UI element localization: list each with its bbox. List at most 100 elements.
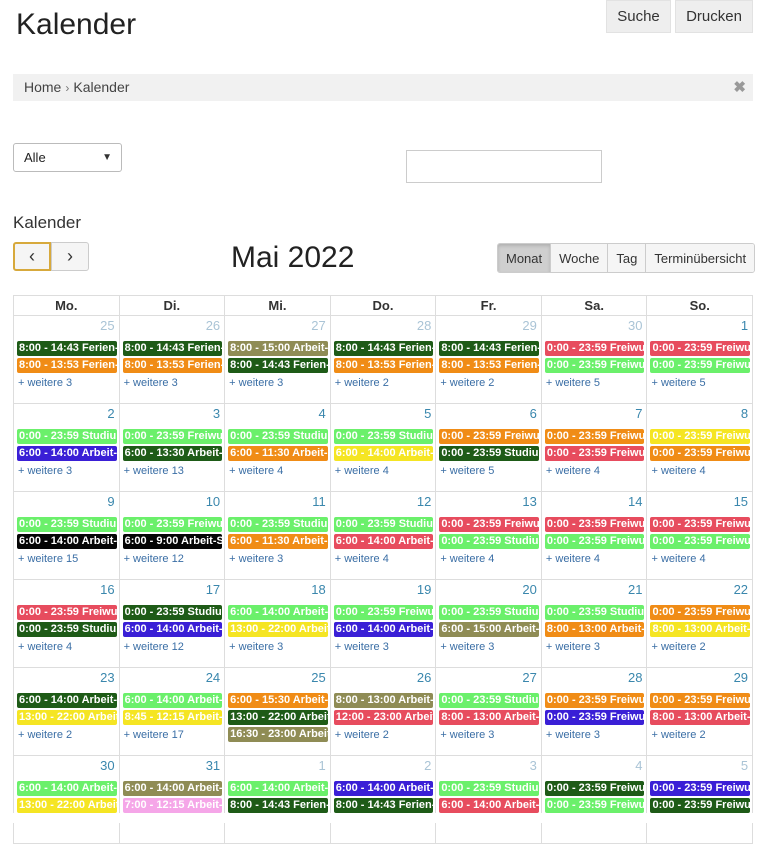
- calendar-event[interactable]: 0:00 - 23:59 Studiu: [17, 622, 117, 637]
- calendar-event[interactable]: 0:00 - 23:59 Freiwu: [333, 605, 434, 620]
- view-button-terminübersicht[interactable]: Terminübersicht: [645, 244, 755, 272]
- day-number[interactable]: 8: [741, 406, 748, 421]
- calendar-event[interactable]: 8:00 - 13:53 Ferien-: [122, 358, 223, 373]
- day-number[interactable]: 27: [522, 670, 536, 685]
- day-cell[interactable]: 21 0:00 - 23:59 Studiu 8:00 - 13:00 Arbeit…: [540, 580, 647, 667]
- day-number[interactable]: 7: [635, 406, 642, 421]
- day-cell[interactable]: 8 0:00 - 23:59 Freiwu 0:00 - 23:59 Freiwu +…: [646, 404, 754, 491]
- day-cell[interactable]: 3 0:00 - 23:59 Studiu 6:00 - 14:00 Arbeit-: [435, 756, 541, 843]
- search-button[interactable]: Suche: [606, 0, 671, 33]
- day-number[interactable]: 2: [107, 406, 114, 421]
- day-cell[interactable]: 14 0:00 - 23:59 Freiwu 0:00 - 23:59 Freiwu…: [540, 492, 647, 579]
- calendar-event[interactable]: 8:00 - 13:00 Arbeit-: [544, 622, 645, 637]
- calendar-event[interactable]: 0:00 - 23:59 Freiwu: [544, 798, 645, 813]
- more-events-link[interactable]: + weitere 3: [18, 377, 72, 389]
- day-cell[interactable]: 17 0:00 - 23:59 Studiu 6:00 - 14:00 Arbeit…: [118, 580, 225, 667]
- search-input[interactable]: [406, 150, 602, 183]
- calendar-event[interactable]: 0:00 - 23:59 Freiwu: [650, 341, 751, 356]
- day-cell[interactable]: 5 0:00 - 23:59 Freiwu 0:00 - 23:59 Freiwu: [646, 756, 754, 843]
- calendar-event[interactable]: 13:00 - 22:00 Arbeit: [228, 710, 328, 725]
- day-number[interactable]: 5: [424, 406, 431, 421]
- day-number[interactable]: 20: [522, 582, 536, 597]
- day-number[interactable]: 26: [206, 318, 220, 333]
- prev-month-button[interactable]: ‹: [13, 242, 51, 271]
- day-number[interactable]: 1: [319, 758, 326, 773]
- calendar-event[interactable]: 8:00 - 13:00 Arbeit-: [650, 622, 751, 637]
- more-events-link[interactable]: + weitere 13: [124, 465, 184, 477]
- day-cell[interactable]: 29 8:00 - 14:43 Ferien- 8:00 - 13:53 Ferie…: [435, 316, 541, 403]
- calendar-event[interactable]: 6:00 - 15:30 Arbeit-: [228, 693, 328, 708]
- more-events-link[interactable]: + weitere 3: [440, 641, 494, 653]
- day-cell[interactable]: 10 0:00 - 23:59 Freiwu 6:00 - 9:00 Arbeit-…: [118, 492, 225, 579]
- calendar-event[interactable]: 0:00 - 23:59 Freiwu: [544, 358, 645, 373]
- more-events-link[interactable]: + weitere 4: [651, 553, 705, 565]
- day-number[interactable]: 1: [741, 318, 748, 333]
- calendar-event[interactable]: 8:00 - 13:00 Arbeit-: [650, 710, 751, 725]
- calendar-event[interactable]: 8:00 - 13:53 Ferien-: [17, 358, 117, 373]
- calendar-event[interactable]: 8:00 - 13:53 Ferien-: [333, 358, 434, 373]
- day-number[interactable]: 24: [206, 670, 220, 685]
- day-cell[interactable]: 31 6:00 - 14:00 Arbeit- 7:00 - 12:15 Arbei…: [118, 756, 225, 843]
- calendar-event[interactable]: 0:00 - 23:59 Studiu: [228, 517, 328, 532]
- calendar-event[interactable]: 0:00 - 23:59 Freiwu: [544, 693, 645, 708]
- calendar-event[interactable]: 13:00 - 22:00 Arbeit: [17, 710, 117, 725]
- day-number[interactable]: 31: [206, 758, 220, 773]
- day-cell[interactable]: 3 0:00 - 23:59 Freiwu 6:00 - 13:30 Arbeit-…: [118, 404, 225, 491]
- more-events-link[interactable]: + weitere 2: [335, 729, 389, 741]
- day-cell[interactable]: 25 6:00 - 15:30 Arbeit- 13:00 - 22:00 Arbe…: [224, 668, 330, 755]
- more-events-link[interactable]: + weitere 2: [440, 377, 494, 389]
- calendar-event[interactable]: 8:00 - 15:00 Arbeit-: [228, 341, 328, 356]
- day-number[interactable]: 29: [734, 670, 748, 685]
- day-cell[interactable]: 12 0:00 - 23:59 Studiu 6:00 - 14:00 Arbeit…: [329, 492, 436, 579]
- more-events-link[interactable]: + weitere 4: [18, 641, 72, 653]
- calendar-event[interactable]: 0:00 - 23:59 Studiu: [439, 693, 539, 708]
- calendar-event[interactable]: 6:00 - 14:00 Arbeit-: [17, 693, 117, 708]
- calendar-event[interactable]: 8:00 - 13:00 Arbeit-: [439, 710, 539, 725]
- day-cell[interactable]: 2 0:00 - 23:59 Studiu 6:00 - 14:00 Arbeit-…: [13, 404, 119, 491]
- more-events-link[interactable]: + weitere 5: [440, 465, 494, 477]
- calendar-event[interactable]: 6:00 - 14:00 Arbeit-: [439, 798, 539, 813]
- day-number[interactable]: 2: [424, 758, 431, 773]
- day-cell[interactable]: 29 0:00 - 23:59 Freiwu 8:00 - 13:00 Arbeit…: [646, 668, 754, 755]
- day-number[interactable]: 12: [417, 494, 431, 509]
- view-button-tag[interactable]: Tag: [607, 244, 646, 272]
- calendar-event[interactable]: 8:00 - 13:53 Ferien-: [439, 358, 539, 373]
- calendar-event[interactable]: 6:00 - 15:00 Arbeit-: [439, 622, 539, 637]
- calendar-event[interactable]: 0:00 - 23:59 Studiu: [122, 605, 223, 620]
- day-cell[interactable]: 28 8:00 - 14:43 Ferien- 8:00 - 13:53 Ferie…: [329, 316, 436, 403]
- calendar-event[interactable]: 6:00 - 14:00 Arbeit-: [228, 781, 328, 796]
- calendar-event[interactable]: 0:00 - 23:59 Freiwu: [122, 429, 223, 444]
- view-button-woche[interactable]: Woche: [550, 244, 608, 272]
- close-icon[interactable]: ✖: [733, 78, 746, 96]
- day-number[interactable]: 15: [734, 494, 748, 509]
- calendar-event[interactable]: 13:00 - 22:00 Arbeit: [228, 622, 328, 637]
- calendar-event[interactable]: 8:00 - 14:43 Ferien-: [228, 798, 328, 813]
- day-cell[interactable]: 18 6:00 - 14:00 Arbeit- 13:00 - 22:00 Arbe…: [224, 580, 330, 667]
- calendar-event[interactable]: 0:00 - 23:59 Freiwu: [650, 446, 751, 461]
- day-number[interactable]: 30: [628, 318, 642, 333]
- calendar-event[interactable]: 8:00 - 13:00 Arbeit-: [333, 693, 434, 708]
- more-events-link[interactable]: + weitere 4: [546, 553, 600, 565]
- calendar-event[interactable]: 0:00 - 23:59 Freiwu: [650, 605, 751, 620]
- day-cell[interactable]: 26 8:00 - 13:00 Arbeit- 12:00 - 23:00 Arbe…: [329, 668, 436, 755]
- day-number[interactable]: 23: [100, 670, 114, 685]
- calendar-event[interactable]: 0:00 - 23:59 Freiwu: [650, 517, 751, 532]
- next-month-button[interactable]: ›: [51, 242, 89, 271]
- more-events-link[interactable]: + weitere 2: [651, 729, 705, 741]
- day-number[interactable]: 29: [522, 318, 536, 333]
- day-number[interactable]: 3: [530, 758, 537, 773]
- day-cell[interactable]: 11 0:00 - 23:59 Studiu 6:00 - 11:30 Arbeit…: [224, 492, 330, 579]
- day-number[interactable]: 22: [734, 582, 748, 597]
- calendar-event[interactable]: 6:00 - 14:00 Arbeit-: [333, 446, 434, 461]
- day-number[interactable]: 14: [628, 494, 642, 509]
- day-cell[interactable]: 27 0:00 - 23:59 Studiu 8:00 - 13:00 Arbeit…: [435, 668, 541, 755]
- day-number[interactable]: 5: [741, 758, 748, 773]
- calendar-event[interactable]: 6:00 - 11:30 Arbeit-: [228, 534, 328, 549]
- calendar-event[interactable]: 6:00 - 14:00 Arbeit-: [122, 622, 223, 637]
- calendar-event[interactable]: 6:00 - 11:30 Arbeit-: [228, 446, 328, 461]
- more-events-link[interactable]: + weitere 3: [229, 377, 283, 389]
- day-number[interactable]: 28: [417, 318, 431, 333]
- calendar-event[interactable]: 13:00 - 22:00 Arbeit: [17, 798, 117, 813]
- more-events-link[interactable]: + weitere 2: [18, 729, 72, 741]
- calendar-event[interactable]: 16:30 - 23:00 Arbeit: [228, 727, 328, 742]
